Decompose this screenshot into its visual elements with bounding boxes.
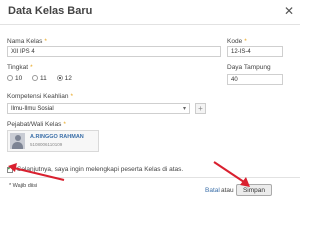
avatar [10, 133, 25, 149]
wali-kelas-name: A.RINGGO RAHMAN [30, 134, 84, 140]
kompetensi-label-text: Kompetensi Keahlian [7, 93, 69, 100]
kompetensi-label: Kompetensi Keahlian * [7, 93, 73, 100]
kode-label: Kode * [227, 38, 247, 45]
arrow-head [8, 163, 17, 172]
dialog-title: Data Kelas Baru [8, 5, 93, 17]
close-icon[interactable]: ✕ [284, 4, 294, 18]
nama-kelas-label: Nama Kelas * [7, 38, 47, 45]
radio-label: 10 [15, 75, 23, 82]
kode-input[interactable]: 12-IS-4 [227, 46, 283, 57]
tingkat-radio-11[interactable]: 11 [32, 75, 47, 82]
kompetensi-select[interactable]: Ilmu-Ilmu Sosial ▾ [7, 103, 190, 114]
radio-label: 11 [40, 75, 47, 82]
arrow-head [240, 177, 250, 187]
tingkat-radio-group: 10 11 12 [7, 75, 80, 82]
required-mark: * [30, 64, 33, 71]
radio-label: 12 [64, 75, 72, 82]
new-class-dialog: Data Kelas Baru ✕ Nama Kelas * XII IPS 4 … [0, 0, 300, 208]
tingkat-label: Tingkat * [7, 64, 33, 71]
tingkat-radio-10[interactable]: 10 [7, 75, 22, 82]
required-mark: * [244, 38, 247, 45]
kompetensi-value: Ilmu-Ilmu Sosial [11, 106, 54, 112]
wali-kelas-nip: 5108006110109 [30, 142, 63, 147]
arrow-line [213, 161, 245, 183]
required-mark: * [63, 121, 66, 128]
daya-tampung-label: Daya Tampung [227, 64, 271, 71]
chevron-down-icon: ▾ [182, 106, 186, 112]
radio-circle-selected[interactable] [56, 75, 63, 82]
daya-tampung-input[interactable]: 40 [227, 74, 283, 85]
wali-kelas-card[interactable]: A.RINGGO RAHMAN 5108006110109 [7, 130, 99, 152]
annotation-arrow-checkbox [8, 163, 65, 181]
required-mark: * [70, 93, 73, 100]
add-kompetensi-button[interactable]: + [195, 103, 206, 114]
arrow-line [13, 167, 65, 181]
dialog-titlebar: Data Kelas Baru ✕ [0, 0, 300, 25]
radio-circle[interactable] [32, 75, 39, 82]
kode-label-text: Kode [227, 38, 243, 45]
annotation-arrow-save [213, 161, 250, 187]
nama-kelas-input[interactable]: XII IPS 4 [7, 46, 221, 57]
nama-kelas-label-text: Nama Kelas [7, 38, 43, 45]
tingkat-label-text: Tingkat [7, 64, 29, 71]
pejabat-label-text: Pejabat/Wali Kelas [7, 121, 62, 128]
tingkat-radio-12[interactable]: 12 [56, 75, 72, 82]
required-mark: * [44, 38, 47, 45]
radio-circle[interactable] [7, 75, 13, 82]
pejabat-label: Pejabat/Wali Kelas * [7, 121, 66, 128]
